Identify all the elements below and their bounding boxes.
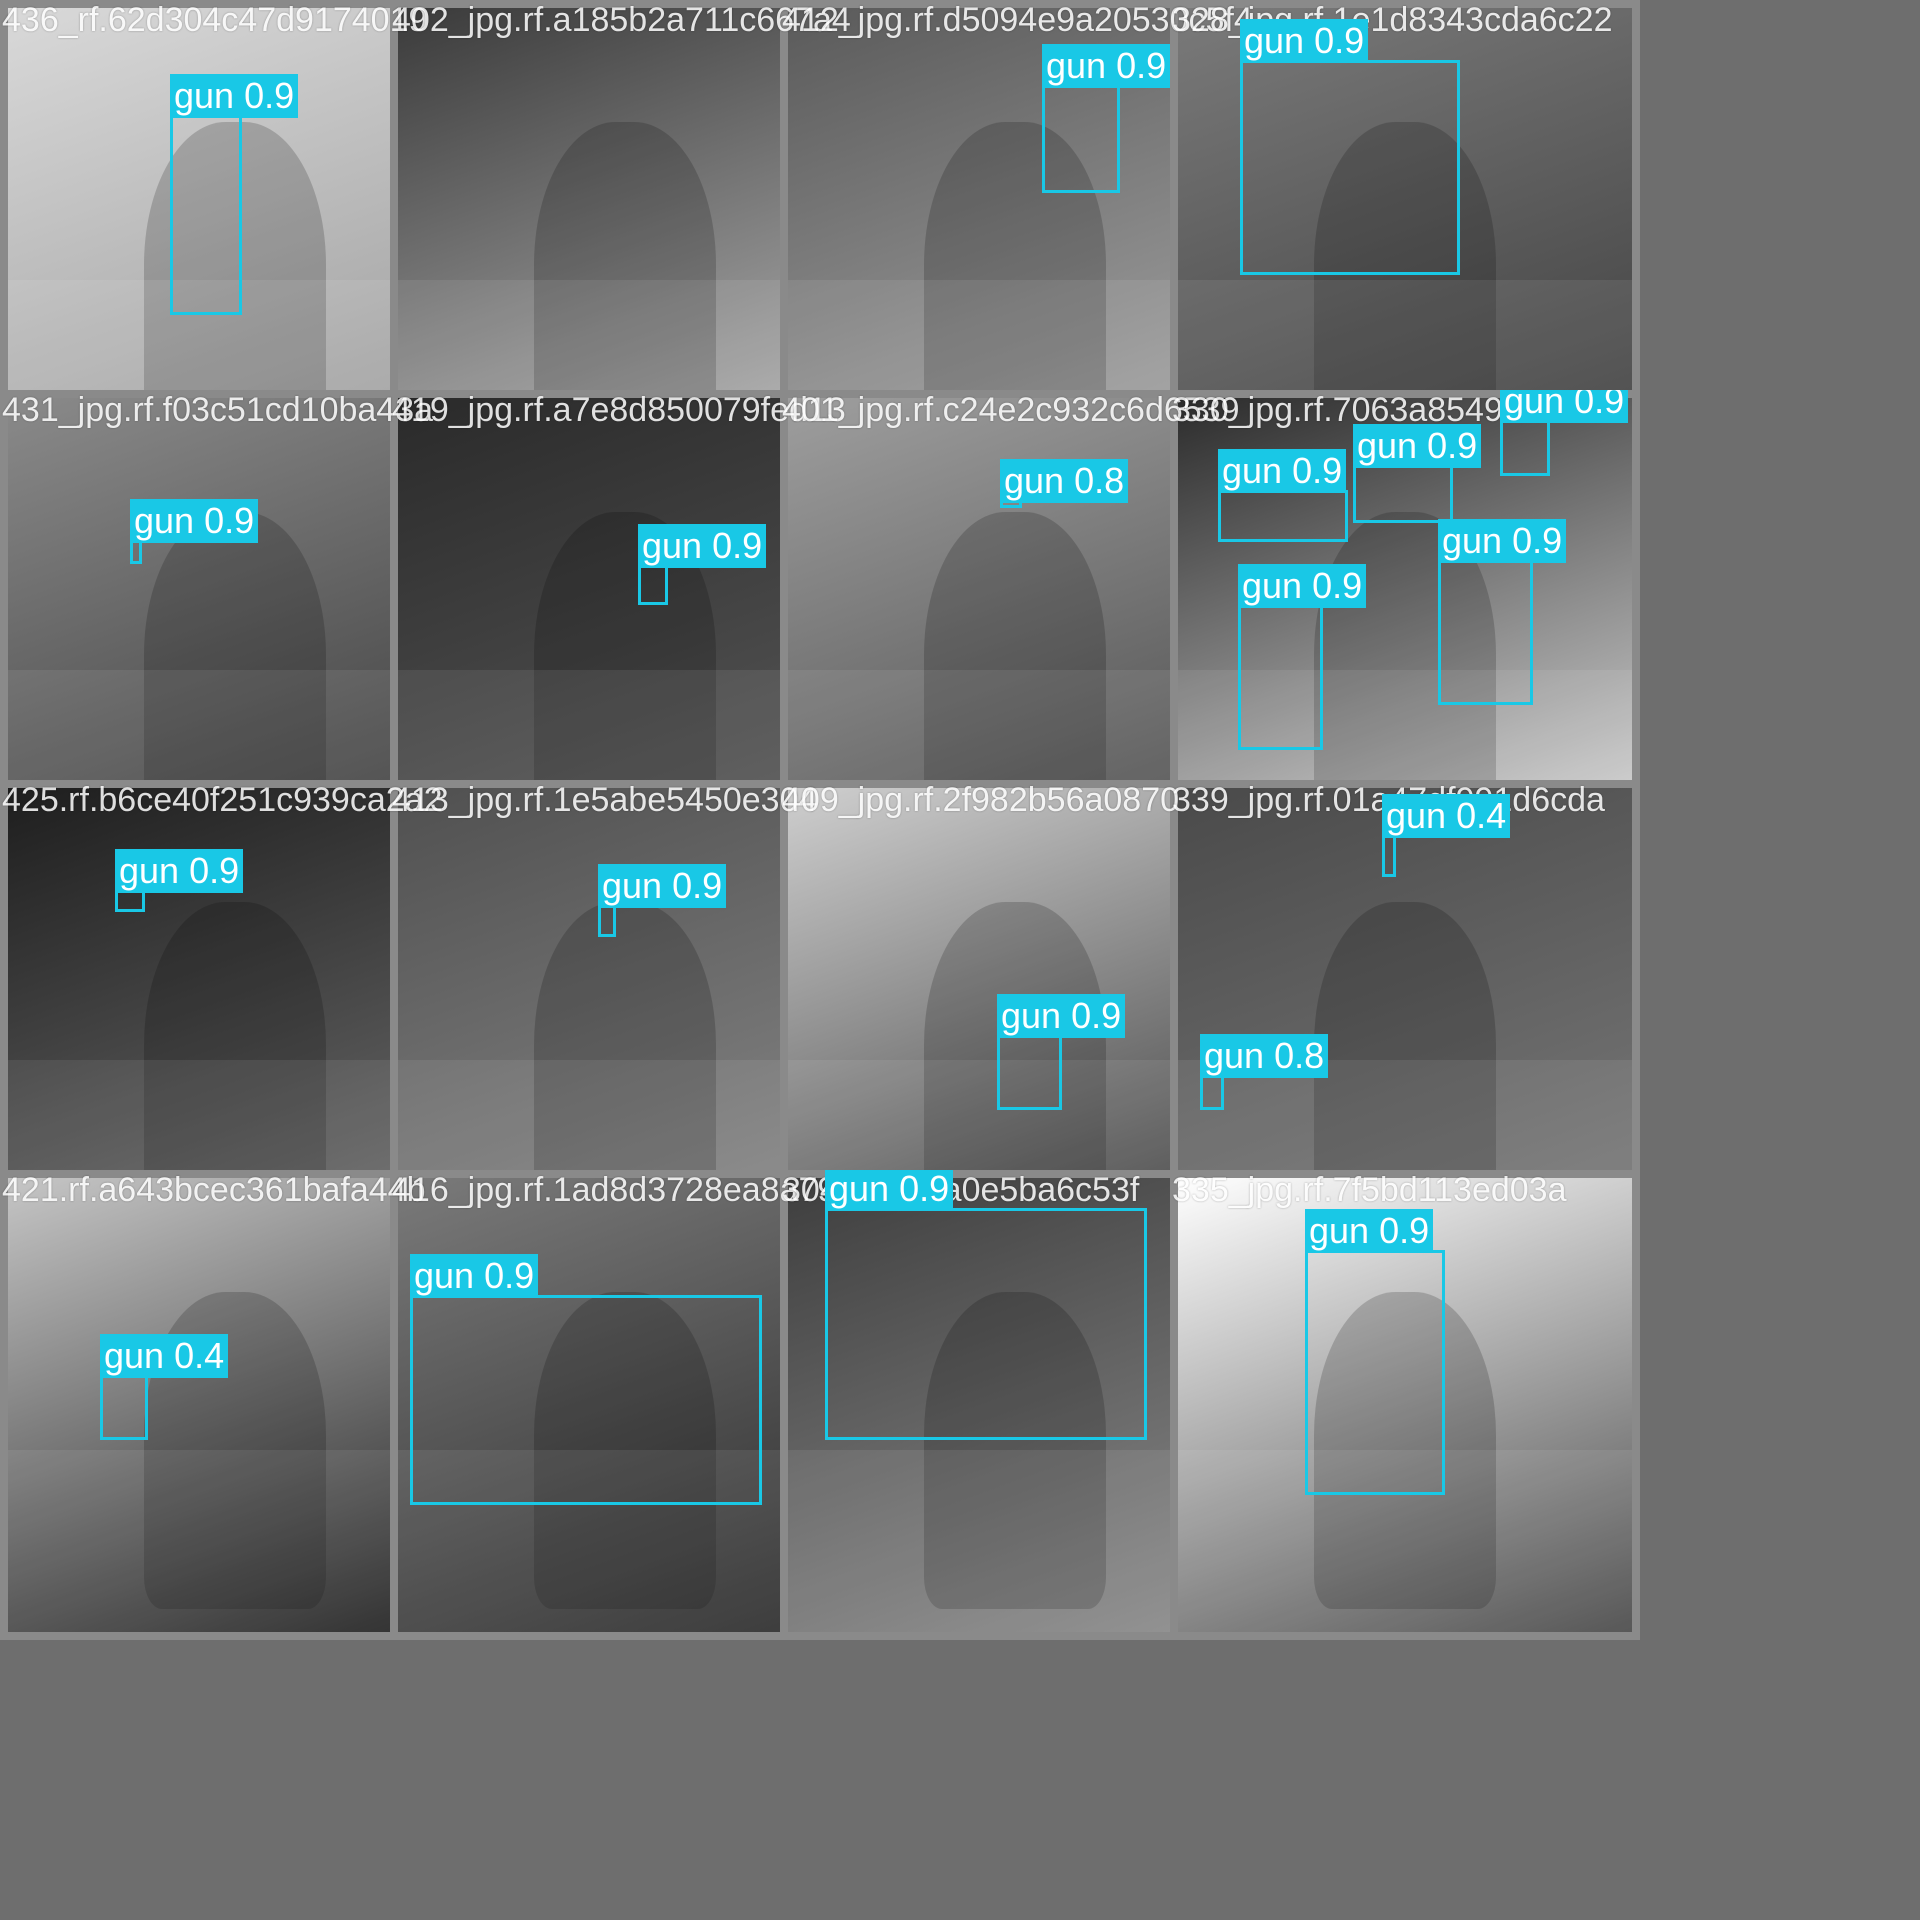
image-filename: 419_jpg.rf.a7e8d850079fed13 bbox=[392, 391, 846, 429]
detection-label: gun 0.9 bbox=[1218, 449, 1347, 493]
image-filename: 436_rf.62d304c47d9174019 bbox=[2, 1, 428, 39]
detection-label: gun 0.4 bbox=[100, 1334, 229, 1378]
detection-box: gun 0.9 bbox=[598, 864, 727, 937]
detection-box: gun 0.9 bbox=[1305, 1209, 1445, 1495]
detection-box: gun 0.8 bbox=[1000, 459, 1129, 508]
detection-label: gun 0.9 bbox=[1042, 44, 1171, 88]
image-filename: 335_jpg.rf.7f5bd113ed03a bbox=[1172, 1171, 1567, 1209]
detection-label: gun 0.9 bbox=[598, 864, 727, 908]
detection-label: gun 0.9 bbox=[170, 74, 299, 118]
detection-label: gun 0.8 bbox=[1200, 1034, 1329, 1078]
detection-label: gun 0.9 bbox=[997, 994, 1126, 1038]
detection-box: gun 0.9 bbox=[1042, 44, 1171, 193]
image-filename: 328_jpg.rf.1e1d8343cda6c22 bbox=[1172, 1, 1613, 39]
detection-box: gun 0.9 bbox=[115, 849, 244, 912]
image-filename: 425.rf.b6ce40f251c939ca2a2 bbox=[2, 781, 443, 819]
image-filename: 409_jpg.rf.2f982b56a0870 bbox=[782, 781, 1180, 819]
detection-box: gun 0.9 bbox=[170, 74, 299, 315]
detection-label: gun 0.9 bbox=[115, 849, 244, 893]
detection-label: gun 0.9 bbox=[1438, 519, 1567, 563]
image-tile: 335_jpg.rf.7f5bd113ed03a gun 0.9 bbox=[1170, 1170, 1640, 1640]
detection-box: gun 0.9 bbox=[1500, 390, 1629, 476]
detection-label: gun 0.4 bbox=[1382, 794, 1511, 838]
detection-label: gun 0.9 bbox=[1305, 1209, 1434, 1253]
detection-label: gun 0.9 bbox=[410, 1254, 539, 1298]
detection-box: gun 0.9 bbox=[638, 524, 767, 605]
detection-box: gun 0.9 bbox=[130, 499, 259, 564]
detection-box: gun 0.9 bbox=[1240, 19, 1460, 275]
detection-box: gun 0.9 bbox=[1438, 519, 1567, 705]
image-filename: 421.rf.a643bcec361bafa44b bbox=[2, 1171, 426, 1209]
detection-label: gun 0.9 bbox=[825, 1170, 954, 1211]
detection-label: gun 0.9 bbox=[1238, 564, 1367, 608]
detection-box: gun 0.4 bbox=[100, 1334, 229, 1440]
image-filename: 431_jpg.rf.f03c51cd10ba43a bbox=[2, 391, 434, 429]
detection-box: gun 0.9 bbox=[1353, 424, 1482, 523]
detection-box: gun 0.9 bbox=[410, 1254, 762, 1505]
detection-label: gun 0.9 bbox=[1240, 19, 1369, 63]
detection-box: gun 0.9 bbox=[1218, 449, 1348, 542]
detection-label: gun 0.9 bbox=[1500, 390, 1629, 423]
detection-box: gun 0.4 bbox=[1382, 794, 1511, 877]
detection-label: gun 0.9 bbox=[638, 524, 767, 568]
detection-results-grid: 436_rf.62d304c47d9174019 gun 0.9 402_jpg.r… bbox=[0, 0, 1920, 1920]
image-filename: 413_jpg.rf.1e5abe5450e304 bbox=[392, 781, 818, 819]
image-filename: 401_jpg.rf.c24e2c932c6d6539 bbox=[782, 391, 1240, 429]
detection-box: gun 0.9 bbox=[825, 1170, 1147, 1440]
detection-label: gun 0.9 bbox=[1353, 424, 1482, 468]
detection-label: gun 0.8 bbox=[1000, 459, 1129, 503]
detection-label: gun 0.9 bbox=[130, 499, 259, 543]
detection-box: gun 0.9 bbox=[997, 994, 1126, 1110]
detection-box: gun 0.8 bbox=[1200, 1034, 1329, 1110]
detection-box: gun 0.9 bbox=[1238, 564, 1367, 750]
